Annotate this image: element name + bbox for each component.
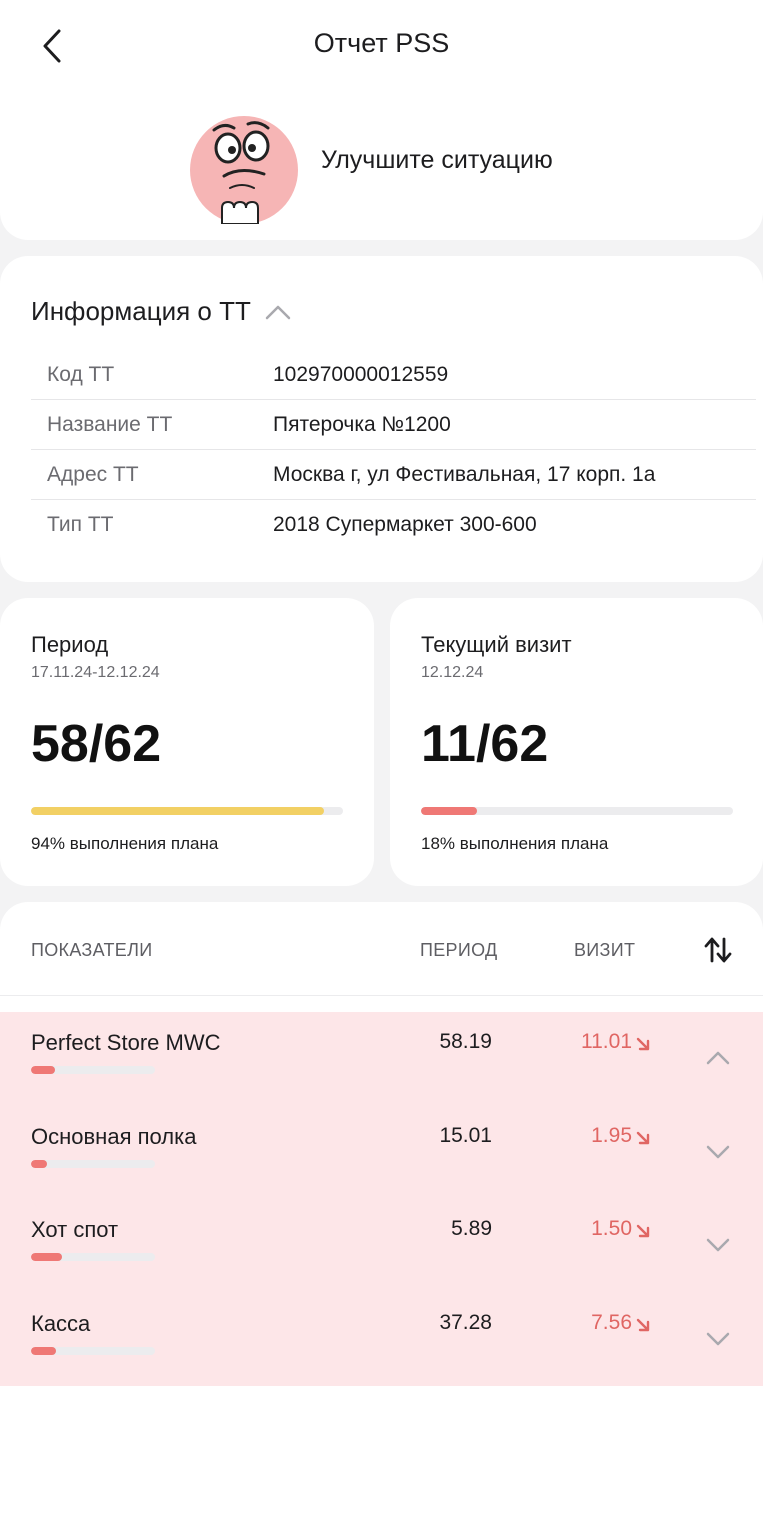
indicator-visit-value: 1.50 xyxy=(591,1217,632,1240)
indicator-visit-value: 11.01 xyxy=(581,1030,632,1053)
table-row[interactable]: Perfect Store MWC 58.19 11.01 xyxy=(0,1012,763,1106)
indicator-period-value: 37.28 xyxy=(439,1310,492,1334)
sort-icon[interactable] xyxy=(703,936,733,964)
info-section-title: Информация о ТТ xyxy=(31,296,251,326)
indicator-visit-value: 7.56 xyxy=(591,1310,632,1334)
visit-progress-fill xyxy=(421,807,478,815)
visit-label: Текущий визит xyxy=(421,632,572,657)
period-dates: 17.11.24-12.12.24 xyxy=(31,664,160,681)
column-visit[interactable]: ВИЗИТ xyxy=(574,940,635,961)
outlet-info-card: Информация о ТТ Код ТТ 102970000012559 Н… xyxy=(0,256,763,582)
period-label: Период xyxy=(31,632,109,657)
indicator-progress-bar xyxy=(31,1346,155,1355)
info-value: 2018 Супермаркет 300-600 xyxy=(273,513,537,536)
page-title: Отчет PSS xyxy=(313,28,450,58)
indicator-period-value: 58.19 xyxy=(439,1030,492,1053)
info-section-toggle[interactable]: Информация о ТТ xyxy=(31,296,291,327)
trend-down-icon xyxy=(636,1318,650,1331)
period-progress-bar xyxy=(31,807,343,815)
chevron-down-icon[interactable] xyxy=(705,1331,731,1347)
indicator-progress-bar xyxy=(31,1253,155,1261)
indicator-visit-value: 1.95 xyxy=(591,1123,632,1147)
info-rows: Код ТТ 102970000012559 Название ТТ Пятер… xyxy=(31,350,756,550)
info-label: Код ТТ xyxy=(47,362,115,386)
table-row[interactable]: Основная полка 15.01 1.95 xyxy=(0,1106,763,1200)
trend-down-icon xyxy=(636,1224,650,1238)
indicator-name: Хот спот xyxy=(31,1217,119,1242)
indicator-name: Касса xyxy=(31,1310,91,1336)
period-plan-note: 94% выполнения плана xyxy=(31,834,219,853)
indicator-period-value: 15.01 xyxy=(439,1123,492,1147)
visit-dates: 12.12.24 xyxy=(421,664,484,681)
indicator-progress-fill xyxy=(31,1346,56,1355)
visit-plan-note: 18% выполнения плана xyxy=(421,834,609,853)
period-progress-fill xyxy=(31,807,325,815)
table-row[interactable]: Касса 37.28 7.56 xyxy=(0,1293,763,1387)
info-row-name: Название ТТ Пятерочка №1200 xyxy=(31,400,756,450)
indicator-progress-fill xyxy=(31,1253,62,1261)
info-row-address: Адрес ТТ Москва г, ул Фестивальная, 17 к… xyxy=(31,450,756,500)
info-value: Москва г, ул Фестивальная, 17 корп. 1а xyxy=(273,462,656,486)
chevron-down-icon[interactable] xyxy=(705,1144,731,1160)
info-label: Название ТТ xyxy=(47,412,173,436)
visit-value: 11/62 xyxy=(421,715,549,773)
mascot-avatar xyxy=(190,116,298,224)
info-label: Адрес ТТ xyxy=(47,462,139,486)
info-row-code: Код ТТ 102970000012559 xyxy=(31,350,756,400)
indicator-progress-bar xyxy=(31,1159,155,1168)
chevron-down-icon[interactable] xyxy=(705,1237,731,1253)
info-value: 102970000012559 xyxy=(273,362,449,386)
trend-down-icon xyxy=(636,1037,650,1051)
visit-card: Текущий визит 12.12.24 11/62 18% выполне… xyxy=(390,598,763,886)
indicator-rows: Perfect Store MWC 58.19 11.01 Основная п… xyxy=(0,1012,763,1386)
trend-down-icon xyxy=(636,1131,650,1144)
indicator-progress-bar xyxy=(31,1066,155,1074)
chevron-up-icon xyxy=(265,305,291,319)
info-row-type: Тип ТТ 2018 Супермаркет 300-600 xyxy=(31,500,756,550)
header-card: Отчет PSS Улучшите ситуацию xyxy=(0,0,763,240)
indicator-name: Perfect Store MWC xyxy=(31,1030,221,1055)
indicator-progress-fill xyxy=(31,1159,48,1168)
period-card: Период 17.11.24-12.12.24 58/62 94% выпол… xyxy=(0,598,374,886)
chevron-up-icon[interactable] xyxy=(705,1050,731,1066)
indicator-period-value: 5.89 xyxy=(451,1217,492,1240)
indicators-table: ПОКАЗАТЕЛИ ПЕРИОД ВИЗИТ Perfect Store MW… xyxy=(0,902,763,1518)
period-value: 58/62 xyxy=(31,715,162,773)
table-row[interactable]: Хот спот 5.89 1.50 xyxy=(0,1199,763,1293)
column-period[interactable]: ПЕРИОД xyxy=(420,940,497,961)
info-value: Пятерочка №1200 xyxy=(273,412,451,436)
table-header: ПОКАЗАТЕЛИ ПЕРИОД ВИЗИТ xyxy=(0,902,763,996)
column-indicators: ПОКАЗАТЕЛИ xyxy=(31,940,153,960)
info-label: Тип ТТ xyxy=(47,513,114,536)
visit-progress-bar xyxy=(421,807,733,815)
indicator-name: Основная полка xyxy=(31,1123,197,1149)
status-message: Улучшите ситуацию xyxy=(321,146,553,174)
indicator-progress-fill xyxy=(31,1066,55,1074)
